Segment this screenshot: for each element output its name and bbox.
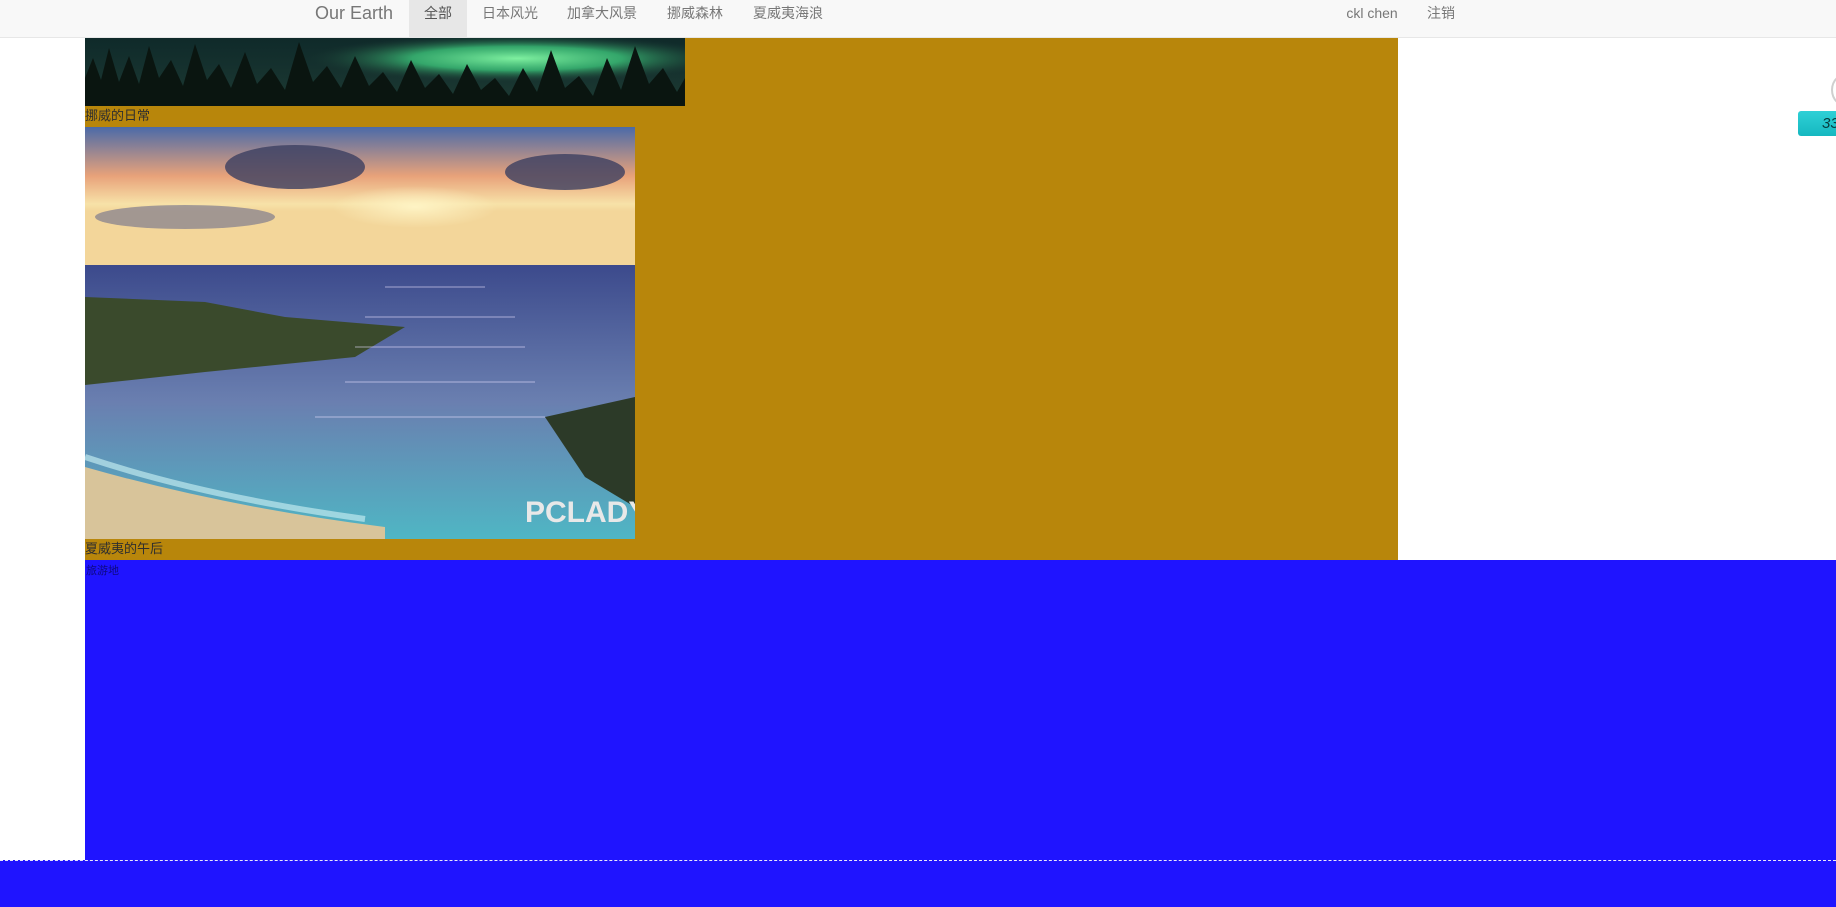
- nav-tab-all[interactable]: 全部: [409, 0, 467, 37]
- nav-tab-japan[interactable]: 日本风光: [482, 0, 538, 37]
- gallery-caption-norway: 挪威的日常: [85, 108, 151, 123]
- nav-tab-norway[interactable]: 挪威森林: [667, 0, 723, 37]
- nav-tab-hawaii[interactable]: 夏威夷海浪: [753, 0, 823, 37]
- floating-count-badge[interactable]: 33: [1798, 111, 1836, 136]
- top-navbar: Our Earth 全部 日本风光 加拿大风景 挪威森林 夏威夷海浪 ckl c…: [0, 0, 1836, 38]
- gallery-caption-hawaii: 夏威夷的午后: [85, 541, 164, 556]
- hawaii-sunset-image[interactable]: PCLADY: [85, 127, 635, 539]
- blue-content-panel: [85, 560, 1836, 860]
- nav-tab-canada[interactable]: 加拿大风景: [567, 0, 637, 37]
- logout-link[interactable]: 注销: [1426, 0, 1456, 37]
- footer-panel: [0, 860, 1836, 907]
- aurora-forest-image[interactable]: [85, 38, 685, 106]
- floating-avatar[interactable]: [1831, 72, 1836, 108]
- blue-panel-label: 旅游地: [86, 565, 119, 577]
- brand-link[interactable]: Our Earth: [315, 3, 393, 24]
- pclady-watermark: PCLADY: [525, 496, 635, 529]
- user-name-link[interactable]: ckl chen: [1344, 0, 1400, 37]
